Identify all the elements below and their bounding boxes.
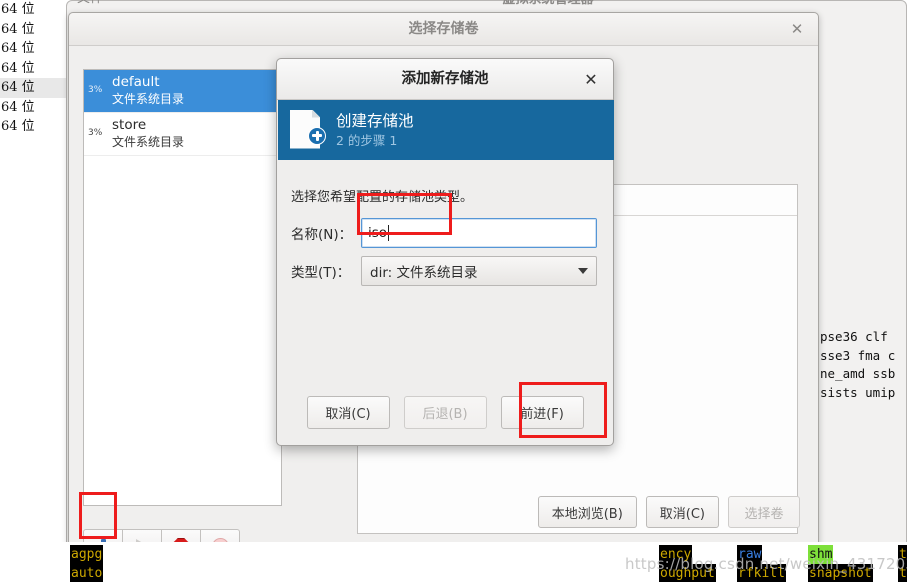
browse-local-button[interactable]: 本地浏览(B) [537,496,637,528]
pool-usage-percent: 3% [88,128,103,138]
pool-usage-percent: 3% [88,85,103,95]
form-hint: 选择您希望配置的存储池类型。 [291,190,474,205]
list-item[interactable]: 3% default 文件系统目录 [84,70,281,113]
close-icon[interactable]: ✕ [786,13,808,46]
chevron-down-icon [578,268,588,274]
bg-left-line: 64 位 [1,41,35,56]
wizard-step: 2 的步骤 1 [336,132,398,148]
pool-description: 文件系统目录 [112,92,185,106]
bg-left-line: 64 位 [1,60,35,76]
name-label: 名称(N)： [291,227,353,243]
bg-right-line: sse3 fma c [820,347,896,363]
type-select-value: dir: 文件系统目录 [370,265,478,281]
bg-right-line: sists umip [820,384,896,400]
terminal-cell: agpg [70,545,104,564]
wizard-heading: 创建存储池 [336,111,414,130]
background-left-text: 64 位 64 位 64 位 64 位 64 位 64 位 64 位 [0,0,66,150]
pool-name: store [112,117,147,133]
add-pool-footer: 取消(C) 后退(B) 前进(F) [277,396,613,429]
screenshot-root: 64 位 64 位 64 位 64 位 64 位 64 位 64 位 文件 虚拟… [0,0,907,582]
cancel-button[interactable]: 取消(C) [306,396,390,429]
watermark: https://blog.csdn.net/weixin_43172034博客 [625,555,907,573]
bg-left-line: 64 位 [0,78,66,98]
pool-name: default [112,74,160,90]
cancel-button[interactable]: 取消(C) [645,496,719,528]
storage-pool-list[interactable]: 3% default 文件系统目录 3% store 文件系统目录 [83,69,282,506]
window-controls[interactable]: ▫ ✕ [840,0,894,4]
type-row: 类型(T)： dir: 文件系统目录 [291,256,597,286]
virt-manager-title: 虚拟系统管理器 [367,0,729,11]
bg-left-line: 64 位 [1,119,35,134]
add-storage-pool-dialog: 添加新存储池 ✕ 创建存储池 2 的步骤 1 选择您希望配置的存储池类型。 名称… [276,58,614,446]
bg-left-line: 64 位 [1,2,35,17]
add-pool-title: 添加新存储池 [277,59,613,100]
choose-volume-button[interactable]: 选择卷 [728,496,800,528]
back-button[interactable]: 后退(B) [403,396,487,429]
type-select[interactable]: dir: 文件系统目录 [361,256,597,286]
menu-file[interactable]: 文件 [77,0,103,6]
terminal-cell: auto [70,564,104,582]
wizard-header-text: 创建存储池 2 的步骤 1 [336,111,414,150]
wizard-header: 创建存储池 2 的步骤 1 [278,100,614,160]
new-document-icon [290,109,326,151]
forward-button[interactable]: 前进(F) [500,396,584,429]
choose-volume-footer: 本地浏览(B) 取消(C) 选择卷 [537,496,800,528]
background-right-terminal: pse36 clf sse3 fma c ne_amd ssb sists um… [815,328,907,402]
pool-description: 文件系统目录 [112,135,185,149]
name-input[interactable]: iso [361,218,597,248]
text-caret [388,225,390,241]
name-row: 名称(N)： iso [291,218,597,248]
bg-right-line: ne_amd ssb [820,366,896,381]
name-input-value: iso [368,225,388,241]
list-item[interactable]: 3% store 文件系统目录 [84,113,281,156]
choose-volume-title: 选择存储卷 [69,13,818,46]
bg-left-line: 64 位 [1,99,35,115]
bg-right-line: pse36 clf [820,329,888,344]
close-icon[interactable]: ✕ [578,59,604,100]
bg-left-line: 64 位 [1,21,35,37]
type-label: 类型(T)： [291,265,351,281]
